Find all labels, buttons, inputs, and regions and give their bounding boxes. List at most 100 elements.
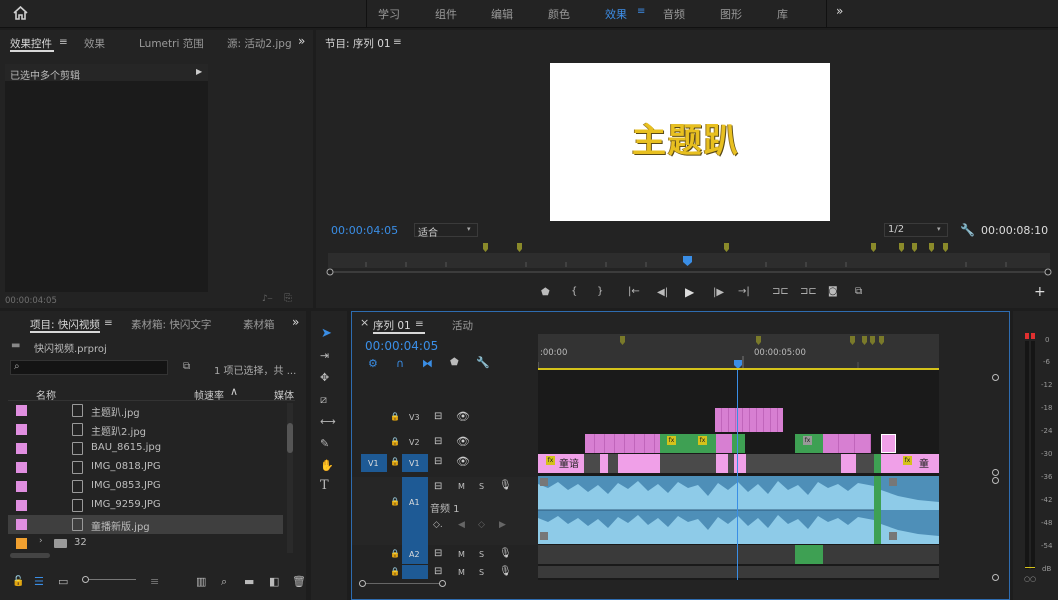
- list-item[interactable]: BAU_8615.jpg: [8, 439, 283, 458]
- sort-ascending-icon[interactable]: ∧: [230, 385, 238, 398]
- clip-indicator-left[interactable]: [1025, 333, 1029, 339]
- tab-effect-controls[interactable]: 效果控件: [10, 36, 52, 51]
- audio-tracks-scrollbar[interactable]: [992, 477, 999, 582]
- go-to-in-icon[interactable]: |←: [628, 286, 640, 297]
- panel-menu-icon[interactable]: ≡: [415, 318, 424, 330]
- extract-icon[interactable]: ⊐⊏: [800, 286, 817, 297]
- snap-magnet-icon[interactable]: ∩: [396, 357, 404, 370]
- resolution-dropdown[interactable]: 1/2 ▾: [884, 223, 948, 237]
- linked-selection-icon[interactable]: ⧓: [422, 357, 433, 370]
- video-clip-selected[interactable]: [881, 434, 896, 453]
- track-target-a2[interactable]: A2: [402, 545, 428, 564]
- list-item[interactable]: IMG_9259.JPG: [8, 496, 283, 515]
- solo-button[interactable]: S: [479, 482, 484, 491]
- tab-lumetri-scopes[interactable]: Lumetri 范围: [139, 36, 204, 51]
- slip-tool-icon[interactable]: ⟷: [320, 416, 336, 427]
- column-framerate[interactable]: 帧速率: [194, 387, 224, 402]
- tab-project[interactable]: 项目: 快闪视频: [30, 317, 100, 332]
- sync-lock-icon[interactable]: ⊟: [434, 566, 442, 577]
- automate-to-sequence-icon[interactable]: ▥: [196, 575, 206, 588]
- audio-clip-a2[interactable]: [795, 545, 823, 564]
- mark-in-icon[interactable]: {: [571, 286, 577, 297]
- razor-tool-icon[interactable]: ⧄: [320, 394, 327, 405]
- close-icon[interactable]: ×: [360, 316, 369, 329]
- go-to-out-icon[interactable]: →|: [738, 286, 750, 297]
- program-monitor-title[interactable]: 节目: 序列 01: [325, 36, 391, 51]
- workspace-assembly[interactable]: 组件: [435, 6, 457, 22]
- video-clip[interactable]: [585, 434, 660, 453]
- workspace-graphics[interactable]: 图形: [720, 6, 742, 22]
- chevron-right-icon[interactable]: ›: [39, 536, 43, 546]
- audio-only-icon[interactable]: ♪⎯: [262, 294, 272, 304]
- lock-icon[interactable]: 🔓: [12, 576, 24, 587]
- selection-tool-icon[interactable]: ➤: [321, 327, 332, 340]
- audio-lane-a3[interactable]: [538, 566, 939, 578]
- lock-icon[interactable]: 🔒: [390, 412, 400, 421]
- tab-source[interactable]: 源: 活动2.jpg: [227, 36, 292, 51]
- video-clip[interactable]: [716, 434, 732, 453]
- lift-icon[interactable]: ⊐⊏: [772, 286, 789, 297]
- horizontal-zoom-scrollbar[interactable]: [359, 580, 446, 587]
- add-marker-icon[interactable]: ⬟: [450, 357, 459, 368]
- search-input[interactable]: ⌕: [10, 360, 168, 375]
- sync-lock-icon[interactable]: ⊟: [434, 456, 442, 467]
- list-item[interactable]: IMG_0818.JPG: [8, 458, 283, 477]
- prev-keyframe-icon[interactable]: ◀: [458, 520, 465, 530]
- workspace-editing[interactable]: 编辑: [491, 6, 513, 22]
- keyframe-icon[interactable]: ◇.: [433, 520, 443, 530]
- column-media[interactable]: 媒体: [274, 387, 294, 402]
- video-clip[interactable]: [600, 454, 608, 473]
- video-clip[interactable]: [715, 408, 783, 432]
- more-tabs-icon[interactable]: »: [298, 34, 305, 48]
- panel-menu-icon[interactable]: ≡: [393, 36, 402, 48]
- icon-view-icon[interactable]: ▭: [58, 575, 68, 588]
- eye-icon[interactable]: 👁: [456, 410, 470, 423]
- home-icon[interactable]: [13, 6, 28, 20]
- time-ruler[interactable]: :00:00 00:00:05:00: [538, 334, 939, 370]
- video-clip[interactable]: [823, 434, 871, 453]
- play-icon[interactable]: ▶: [685, 285, 694, 299]
- sort-icons-icon[interactable]: ≡: [150, 575, 159, 588]
- track-select-tool-icon[interactable]: ⇥: [320, 350, 329, 361]
- ripple-edit-tool-icon[interactable]: ✥: [320, 372, 329, 383]
- solo-right-icon[interactable]: ○: [1030, 575, 1036, 583]
- lock-icon[interactable]: 🔒: [390, 437, 400, 446]
- zoom-slider[interactable]: [82, 576, 136, 583]
- mark-out-icon[interactable]: }: [597, 286, 603, 297]
- add-button-icon[interactable]: +: [1034, 284, 1046, 300]
- wrench-icon[interactable]: 🔧: [476, 356, 490, 369]
- video-clip[interactable]: [716, 454, 728, 473]
- tab-bin[interactable]: 素材箱: [243, 317, 275, 332]
- type-tool-icon[interactable]: T: [320, 479, 329, 492]
- video-clip-fx[interactable]: fx 童谙: [538, 454, 584, 473]
- program-timecode[interactable]: 00:00:04:05: [331, 224, 398, 237]
- track-target-v1[interactable]: V1: [402, 454, 428, 472]
- workspace-color[interactable]: 颜色: [548, 6, 570, 22]
- tab-effects[interactable]: 效果: [84, 36, 105, 51]
- list-item[interactable]: 主题趴2.jpg: [8, 420, 283, 439]
- source-patch-v1[interactable]: V1: [361, 454, 387, 472]
- column-name[interactable]: 名称: [36, 387, 56, 402]
- video-clip[interactable]: [734, 454, 746, 473]
- lock-icon[interactable]: 🔒: [390, 497, 400, 506]
- sync-lock-icon[interactable]: ⊟: [434, 436, 442, 447]
- folder-item[interactable]: › 32: [8, 534, 283, 553]
- fit-dropdown[interactable]: 适合 ▾: [414, 223, 478, 239]
- workspace-learn[interactable]: 学习: [378, 6, 400, 22]
- add-marker-icon[interactable]: ⬟: [541, 287, 550, 298]
- add-keyframe-icon[interactable]: ◇: [478, 520, 485, 530]
- track-area[interactable]: fx fx fx fx 童谙 fx 童: [538, 370, 939, 580]
- mute-button[interactable]: M: [458, 482, 465, 491]
- track-target-a1[interactable]: A1: [402, 477, 428, 545]
- trash-icon[interactable]: 🗑: [292, 575, 306, 588]
- timeline-timecode[interactable]: 00:00:04:05: [365, 339, 438, 353]
- panel-menu-icon[interactable]: ≡: [59, 36, 68, 48]
- microphone-icon[interactable]: 🎙: [499, 480, 512, 491]
- expand-arrow-icon[interactable]: ▶: [196, 67, 202, 76]
- comparison-view-icon[interactable]: ⧉: [855, 286, 862, 297]
- hand-tool-icon[interactable]: ✋: [320, 460, 334, 471]
- playhead-line[interactable]: [737, 370, 738, 580]
- video-clip[interactable]: [732, 434, 745, 453]
- video-tracks-scrollbar[interactable]: [992, 374, 999, 476]
- more-tabs-icon[interactable]: »: [292, 315, 299, 329]
